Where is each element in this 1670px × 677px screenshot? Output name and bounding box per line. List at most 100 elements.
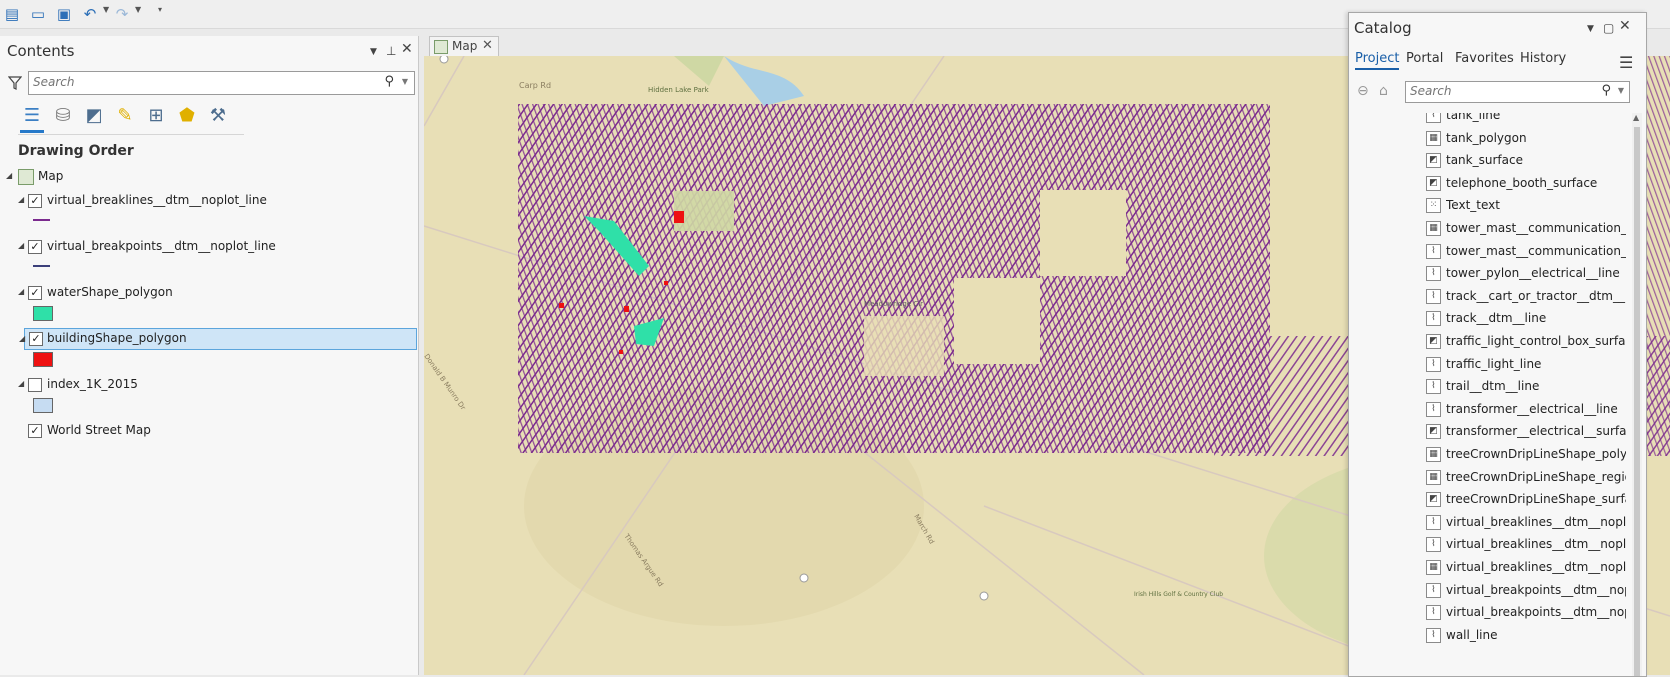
list-by-drawing-order-icon[interactable]: ☰ [20, 104, 44, 133]
catalog-item[interactable]: ▦ tower_mast__communication__e [1349, 218, 1630, 240]
search-icon[interactable]: ⚲ [384, 74, 394, 89]
pane-options-icon[interactable]: ▼ [1587, 24, 1594, 34]
maximize-icon[interactable]: ▢ [1603, 21, 1614, 35]
layer-visibility-checkbox[interactable]: ✓ [28, 424, 42, 438]
line-symbol[interactable] [33, 265, 50, 267]
catalog-item[interactable]: ⌇ virtual_breaklines__dtm__noplot [1349, 534, 1630, 556]
layer-visibility-checkbox[interactable] [28, 378, 42, 392]
catalog-item[interactable]: ⌇ trail__dtm__line [1349, 376, 1630, 398]
list-by-selection-icon[interactable]: ◩ [82, 104, 106, 128]
redo-icon[interactable]: ↷ [112, 4, 132, 24]
map-node[interactable]: ◢ Map [0, 166, 418, 188]
list-by-perspective-imagery-icon[interactable]: ⚒ [206, 104, 230, 128]
undo-dropdown-icon[interactable]: ▼ [103, 5, 109, 14]
layer-row[interactable]: ◢ ✓ virtual_breaklines__dtm__noplot_line [0, 190, 418, 212]
collapse-arrow-icon[interactable]: ◢ [18, 195, 24, 204]
collapse-arrow-icon[interactable]: ◢ [18, 241, 24, 250]
pane-options-icon[interactable]: ▼ [370, 47, 377, 57]
catalog-item[interactable]: ⌇ tank_line [1349, 113, 1630, 127]
back-icon[interactable]: ⊖ [1357, 83, 1369, 99]
catalog-item-label: telephone_booth_surface [1446, 175, 1598, 190]
redo-dropdown-icon[interactable]: ▼ [135, 5, 141, 14]
close-icon[interactable]: ✕ [1619, 18, 1631, 34]
layer-row[interactable]: ◢ index_1K_2015 [0, 374, 418, 396]
menu-icon[interactable]: ☰ [1619, 53, 1633, 72]
close-icon[interactable]: ✕ [401, 41, 413, 57]
pin-icon[interactable]: ⊥ [386, 44, 396, 58]
layer-row[interactable]: ◢ ✓ buildingShape_polygon [19, 328, 417, 350]
tab-map[interactable]: Map ✕ [429, 36, 499, 57]
layer-visibility-checkbox[interactable]: ✓ [29, 332, 43, 346]
catalog-search-input[interactable] [1406, 82, 1580, 100]
catalog-item[interactable]: ⌇ tower_pylon__electrical__line [1349, 263, 1630, 285]
catalog-title: Catalog [1354, 19, 1412, 37]
collapse-arrow-icon[interactable]: ◢ [18, 379, 24, 388]
scroll-up-icon[interactable]: ▲ [1633, 113, 1639, 122]
catalog-item[interactable]: ◩ telephone_booth_surface [1349, 173, 1630, 195]
catalog-item[interactable]: ⌇ tower_mast__communication__li [1349, 241, 1630, 263]
list-by-data-source-icon[interactable]: ⛁ [51, 104, 75, 128]
layer-visibility-checkbox[interactable]: ✓ [28, 194, 42, 208]
tab-project[interactable]: Project [1355, 51, 1400, 70]
line-feature-class-icon: ⌇ [1426, 605, 1441, 621]
layer-visibility-checkbox[interactable]: ✓ [28, 240, 42, 254]
catalog-item[interactable]: ◩ treeCrownDripLineShape_surface [1349, 489, 1630, 511]
filter-icon[interactable] [8, 76, 22, 90]
line-feature-class-icon: ⌇ [1426, 311, 1441, 327]
save-project-icon[interactable]: ▣ [54, 4, 74, 24]
catalog-item[interactable]: ◩ traffic_light_control_box_surface [1349, 331, 1630, 353]
tab-portal[interactable]: Portal [1406, 51, 1443, 66]
list-by-snapping-icon[interactable]: ⊞ [144, 104, 168, 128]
catalog-item[interactable]: ⌇ track__dtm__line [1349, 308, 1630, 330]
search-options-icon[interactable]: ▼ [402, 77, 408, 86]
layer-row[interactable]: ◢ ✓ waterShape_polygon [0, 282, 418, 304]
line-feature-class-icon: ⌇ [1426, 266, 1441, 282]
contents-search-box[interactable]: ⚲ ▼ [28, 71, 415, 95]
new-project-icon[interactable]: ▤ [2, 4, 22, 24]
list-by-labeling-icon[interactable]: ⬟ [175, 104, 199, 128]
tab-favorites[interactable]: Favorites [1455, 51, 1514, 66]
catalog-item[interactable]: ⌇ track__cart_or_tractor__dtm__lin [1349, 286, 1630, 308]
catalog-item[interactable]: ⌇ virtual_breakpoints__dtm__nopl [1349, 602, 1630, 624]
catalog-item[interactable]: ▦ treeCrownDripLineShape_polygo [1349, 444, 1630, 466]
catalog-item[interactable]: ▦ tank_polygon [1349, 128, 1630, 150]
catalog-search-box[interactable]: ⚲ ▼ [1405, 81, 1630, 103]
layer-row[interactable]: ◢ ✓ virtual_breakpoints__dtm__noplot_line [0, 236, 418, 258]
tab-history[interactable]: History [1520, 51, 1566, 66]
catalog-scrollbar[interactable]: ▲ [1632, 113, 1642, 676]
catalog-item[interactable]: ⌇ wall_line [1349, 625, 1630, 647]
catalog-item[interactable]: ⁙ Text_text [1349, 195, 1630, 217]
list-by-editing-icon[interactable]: ✎ [113, 104, 137, 128]
layer-visibility-checkbox[interactable]: ✓ [28, 286, 42, 300]
fill-symbol[interactable] [33, 306, 53, 321]
line-symbol[interactable] [33, 219, 50, 221]
layer-row[interactable]: ✓ World Street Map [0, 420, 418, 442]
catalog-item[interactable]: ⌇ virtual_breakpoints__dtm__nopl [1349, 580, 1630, 602]
search-icon[interactable]: ⚲ [1601, 83, 1611, 98]
customize-icon[interactable]: ▾ [158, 5, 162, 14]
fill-symbol[interactable] [33, 352, 53, 367]
building [619, 350, 623, 354]
search-options-icon[interactable]: ▼ [1618, 86, 1624, 95]
catalog-item[interactable]: ⌇ virtual_breaklines__dtm__noplot [1349, 512, 1630, 534]
close-tab-icon[interactable]: ✕ [482, 38, 493, 53]
catalog-item[interactable]: ◩ transformer__electrical__surface [1349, 421, 1630, 443]
catalog-item[interactable]: ▦ virtual_breaklines__dtm__noplot [1349, 557, 1630, 579]
map-label-golf: Irish Hills Golf & Country Club [1134, 591, 1223, 598]
catalog-item[interactable]: ▦ treeCrownDripLineShape_region [1349, 467, 1630, 489]
polygon-feature-class-icon: ▦ [1426, 130, 1441, 146]
collapse-arrow-icon[interactable]: ◢ [19, 334, 25, 343]
catalog-item[interactable]: ⌇ transformer__electrical__line [1349, 399, 1630, 421]
fill-symbol[interactable] [33, 398, 53, 413]
undo-icon[interactable]: ↶ [80, 4, 100, 24]
scrollbar-thumb[interactable] [1634, 127, 1640, 676]
contents-search-input[interactable] [29, 72, 353, 92]
collapse-arrow-icon[interactable]: ◢ [6, 171, 12, 180]
open-project-icon[interactable]: ▭ [28, 4, 48, 24]
catalog-item-label: traffic_light_control_box_surface [1446, 334, 1626, 348]
collapse-arrow-icon[interactable]: ◢ [18, 287, 24, 296]
home-icon[interactable]: ⌂ [1379, 83, 1388, 99]
catalog-item[interactable]: ◩ tank_surface [1349, 150, 1630, 172]
surface-feature-class-icon: ◩ [1426, 334, 1441, 349]
catalog-item[interactable]: ⌇ traffic_light_line [1349, 354, 1630, 376]
